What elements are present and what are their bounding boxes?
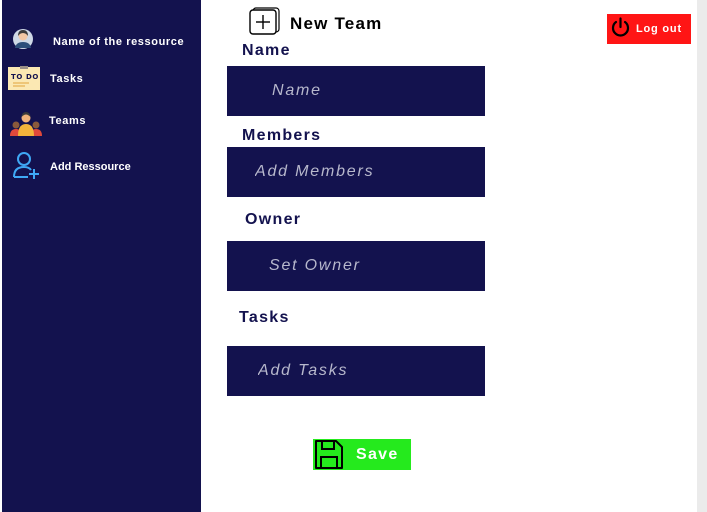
owner-input[interactable] <box>227 241 485 291</box>
members-input[interactable] <box>227 147 485 197</box>
name-input[interactable] <box>227 66 485 116</box>
svg-text:TO DO: TO DO <box>11 73 39 81</box>
sidebar-item-tasks-label: Tasks <box>50 72 84 85</box>
scrollbar-track[interactable] <box>697 0 707 512</box>
team-group-icon <box>9 110 43 139</box>
sidebar-item-tasks[interactable]: TO DO Tasks <box>7 66 83 94</box>
page-title: New Team <box>249 7 382 40</box>
todo-note-icon: TO DO <box>7 66 41 94</box>
sidebar-profile-label: Name of the ressource <box>53 36 185 48</box>
owner-label: Owner <box>245 211 302 228</box>
sidebar: Name of the ressource TO DO Tasks Teams … <box>2 0 201 512</box>
tasks-label: Tasks <box>239 309 290 326</box>
members-label: Members <box>242 127 322 144</box>
sidebar-item-add-ressource[interactable]: Add Ressource <box>12 150 131 183</box>
name-label: Name <box>242 42 291 59</box>
page-title-text: New Team <box>290 13 383 33</box>
floppy-disk-icon <box>314 439 344 470</box>
power-icon <box>611 17 630 41</box>
sidebar-item-teams[interactable]: Teams <box>9 110 86 139</box>
tasks-input[interactable] <box>227 346 485 396</box>
user-avatar-icon <box>12 27 34 54</box>
save-button[interactable]: Save <box>313 439 411 470</box>
sidebar-profile[interactable]: Name of the ressource <box>12 27 184 54</box>
logout-label: Log out <box>636 23 682 35</box>
logout-button[interactable]: Log out <box>607 14 691 44</box>
plus-square-icon <box>249 7 280 40</box>
sidebar-item-teams-label: Teams <box>49 114 87 127</box>
add-user-icon <box>12 150 40 183</box>
save-label: Save <box>356 445 399 463</box>
sidebar-item-add-ressource-label: Add Ressource <box>50 160 131 173</box>
